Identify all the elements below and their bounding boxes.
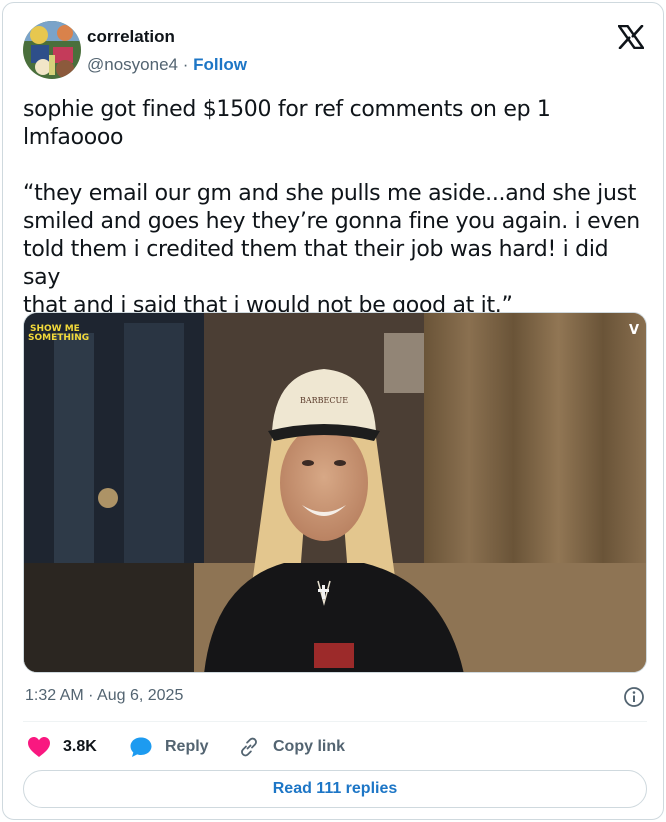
link-icon xyxy=(241,737,257,757)
video-thumbnail[interactable]: BARBECUE SHOW ME SOMETHING V xyxy=(23,312,647,673)
separator: · xyxy=(182,55,189,74)
reply-button[interactable]: Reply xyxy=(129,734,209,760)
read-replies-label: Read 111 replies xyxy=(272,780,398,797)
like-button[interactable]: 3.8K xyxy=(27,734,97,760)
author-name[interactable]: correlation xyxy=(87,27,175,47)
avatar[interactable] xyxy=(23,21,81,79)
x-logo-icon[interactable] xyxy=(617,24,645,50)
follow-button[interactable]: Follow xyxy=(193,55,247,74)
show-logo-line2: SOMETHING xyxy=(28,333,89,343)
read-replies-button[interactable]: Read 111 replies xyxy=(23,770,647,808)
tweet-text: sophie got fined $1500 for ref comments … xyxy=(23,97,640,318)
author-handle-row: @nosyone4 · Follow xyxy=(87,55,247,75)
timestamp[interactable]: 1:32 AM · Aug 6, 2025 xyxy=(25,687,183,705)
heart-icon xyxy=(28,737,50,757)
like-count: 3.8K xyxy=(63,738,97,755)
reply-label: Reply xyxy=(165,738,209,755)
hat-text: BARBECUE xyxy=(300,396,348,405)
info-icon[interactable] xyxy=(623,686,645,708)
corner-badge: V xyxy=(629,323,639,338)
copy-link-label: Copy link xyxy=(273,738,346,755)
tweet-card: correlation @nosyone4 · Follow sophie go… xyxy=(2,2,664,820)
speech-bubble-icon xyxy=(130,737,152,757)
author-handle[interactable]: @nosyone4 xyxy=(87,55,178,74)
copy-link-button[interactable]: Copy link xyxy=(237,734,345,760)
divider xyxy=(23,721,647,722)
